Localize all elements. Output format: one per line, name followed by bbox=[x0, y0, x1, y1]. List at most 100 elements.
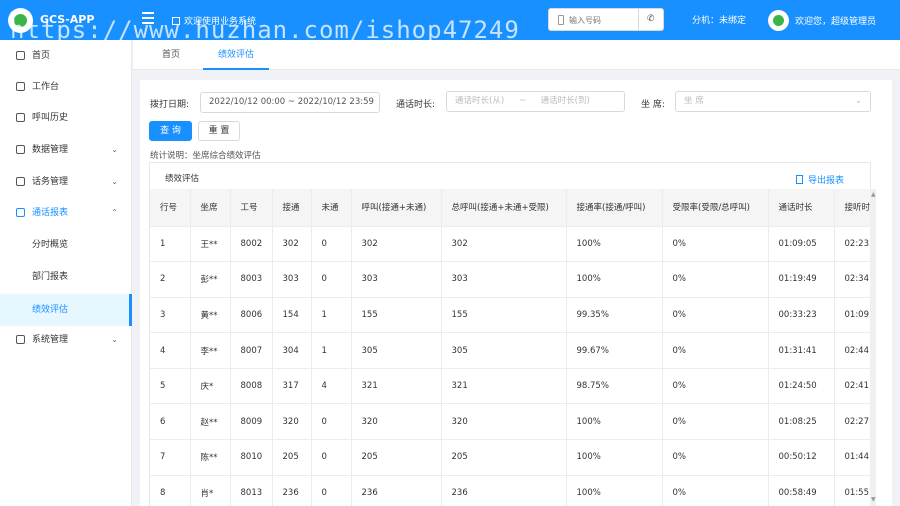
table-cell: 0 bbox=[311, 403, 352, 441]
vertical-scrollbar[interactable]: ▲ ▼ bbox=[870, 189, 876, 506]
sidebar-item-label: 工作台 bbox=[32, 82, 60, 92]
table-cell: 321 bbox=[351, 368, 442, 405]
table-header-cell: 行号 bbox=[150, 189, 191, 227]
table-cell: 320 bbox=[441, 403, 567, 441]
user-greeting[interactable]: 欢迎您，超级管理员 bbox=[795, 14, 876, 27]
table-cell: 320 bbox=[272, 403, 312, 441]
table-header-cell: 受限率(受限/总呼叫) bbox=[662, 189, 769, 227]
export-report-button[interactable]: 导出报表 bbox=[796, 173, 844, 186]
table-cell: 02:44 bbox=[834, 332, 870, 369]
table-cell: 100% bbox=[566, 403, 663, 441]
sidebar-item-call-reports[interactable]: 通话报表 ⌃ bbox=[0, 197, 132, 229]
table-cell: 0% bbox=[662, 368, 769, 405]
tab-bar: 首页 绩效评估 bbox=[133, 40, 900, 70]
sidebar-item-home[interactable]: 首页 bbox=[0, 40, 132, 72]
table-cell: 02:23 bbox=[834, 226, 870, 263]
sidebar-item-label: 通话报表 bbox=[32, 208, 69, 218]
table-cell: 0 bbox=[311, 226, 352, 263]
scroll-down-icon[interactable]: ▼ bbox=[871, 496, 876, 503]
table-cell: 彭** bbox=[190, 261, 231, 298]
table-cell: 5 bbox=[150, 368, 191, 405]
table-header-cell: 呼叫(接通+未通) bbox=[351, 189, 442, 227]
table-cell: 8006 bbox=[230, 297, 273, 334]
table-cell: 00:50:12 bbox=[768, 439, 835, 476]
table-row[interactable]: 7 陈** 8010 205 0 205 205 100% 0% 00:50:12 01:44 bbox=[150, 439, 870, 476]
table-row[interactable]: 6 赵** 8009 320 0 320 320 100% 0% 01:08:25 02:27 bbox=[150, 403, 870, 441]
table-cell: 205 bbox=[441, 439, 567, 476]
sidebar-item-label: 数据管理 bbox=[32, 145, 69, 155]
table-cell: 01:09 bbox=[834, 297, 870, 334]
table-row[interactable]: 4 李** 8007 304 1 305 305 99.67% 0% 01:31:41 02:44 bbox=[150, 332, 870, 369]
duration-to-input[interactable]: 通话时长(到) bbox=[541, 96, 590, 106]
menu-toggle-icon[interactable] bbox=[142, 12, 154, 26]
sidebar-item-system-management[interactable]: 系统管理 ⌄ bbox=[0, 324, 132, 356]
app-name: GCS-APP bbox=[40, 13, 95, 26]
table-cell: 305 bbox=[441, 332, 567, 369]
duration-range-input[interactable]: 通话时长(从) ~ 通话时长(到) bbox=[446, 91, 625, 112]
table-cell: 303 bbox=[441, 261, 567, 298]
table-cell: 赵** bbox=[190, 403, 231, 441]
table-cell: 236 bbox=[272, 475, 312, 506]
tab-home[interactable]: 首页 bbox=[151, 40, 191, 70]
duration-from-input[interactable]: 通话时长(从) bbox=[455, 96, 504, 106]
extension-status: 分机：未绑定 bbox=[692, 16, 747, 26]
table-cell: 01:19:49 bbox=[768, 261, 835, 298]
dial-box: ✆ bbox=[548, 8, 664, 31]
sidebar-subitem-performance[interactable]: 绩效评估 bbox=[0, 294, 132, 326]
seat-select[interactable]: 坐 席 ⌄ bbox=[675, 91, 871, 112]
duration-label: 通话时长: bbox=[396, 100, 436, 110]
home-icon bbox=[16, 51, 25, 60]
table-header-cell: 接通率(接通/呼叫) bbox=[566, 189, 663, 227]
tab-performance[interactable]: 绩效评估 bbox=[203, 40, 269, 70]
phone-number-input[interactable] bbox=[569, 13, 639, 27]
mobile-icon bbox=[558, 15, 564, 25]
call-button[interactable]: ✆ bbox=[647, 14, 655, 24]
gear-icon bbox=[16, 335, 25, 344]
table-cell: 205 bbox=[351, 439, 442, 476]
performance-table: 行号 坐席 工号 接通 未通 呼叫(接通+未通) 总呼叫(接通+未通+受限) 接通率(接通/呼… bbox=[150, 189, 870, 506]
table-cell: 陈** bbox=[190, 439, 231, 476]
duration-separator: ~ bbox=[518, 96, 526, 106]
table-header-cell: 坐席 bbox=[190, 189, 231, 227]
table-cell: 01:24:50 bbox=[768, 368, 835, 405]
sidebar-item-label: 首页 bbox=[32, 51, 51, 61]
table-cell: 8009 bbox=[230, 403, 273, 441]
sidebar-subitem-department-report[interactable]: 部门报表 bbox=[0, 261, 132, 293]
sidebar-item-workbench[interactable]: 工作台 bbox=[0, 71, 132, 103]
data-icon bbox=[16, 145, 25, 154]
table-row[interactable]: 3 黄** 8006 154 1 155 155 99.35% 0% 00:33:23 01:09 bbox=[150, 297, 870, 334]
table-row[interactable]: 5 庆* 8008 317 4 321 321 98.75% 0% 01:24:50 02:41 bbox=[150, 368, 870, 405]
dial-date-range-input[interactable]: 2022/10/12 00:00 ~ 2022/10/12 23:59 bbox=[200, 92, 380, 113]
phone-icon bbox=[16, 177, 25, 186]
table-cell: 0% bbox=[662, 297, 769, 334]
table-cell: 01:31:41 bbox=[768, 332, 835, 369]
sidebar-item-label: 部门报表 bbox=[32, 272, 69, 282]
table-cell: 01:55 bbox=[834, 475, 870, 506]
sidebar-item-label: 系统管理 bbox=[32, 335, 69, 345]
history-icon bbox=[16, 113, 25, 122]
table-row[interactable]: 2 彭** 8003 303 0 303 303 100% 0% 01:19:49 02:34 bbox=[150, 261, 870, 298]
table-cell: 155 bbox=[441, 297, 567, 334]
table-cell: 6 bbox=[150, 403, 191, 441]
scroll-up-icon[interactable]: ▲ bbox=[871, 191, 876, 198]
table-body: 1 王** 8002 302 0 302 302 100% 0% 01:09:05 02:23 2 彭*… bbox=[150, 226, 870, 506]
table-cell: 4 bbox=[311, 368, 352, 405]
table-cell: 01:08:25 bbox=[768, 403, 835, 441]
avatar[interactable] bbox=[768, 10, 789, 31]
table-row[interactable]: 1 王** 8002 302 0 302 302 100% 0% 01:09:05 02:23 bbox=[150, 226, 870, 263]
query-button[interactable]: 查 询 bbox=[149, 121, 192, 141]
table-cell: 0% bbox=[662, 261, 769, 298]
table-cell: 7 bbox=[150, 439, 191, 476]
table-row[interactable]: 8 肖* 8013 236 0 236 236 100% 0% 00:58:49 01:55 bbox=[150, 475, 870, 506]
table-cell: 8013 bbox=[230, 475, 273, 506]
table-cell: 99.35% bbox=[566, 297, 663, 334]
sidebar-subitem-time-overview[interactable]: 分时概览 bbox=[0, 229, 132, 261]
sidebar-item-data-management[interactable]: 数据管理 ⌄ bbox=[0, 134, 132, 166]
chart-icon bbox=[16, 208, 25, 217]
table-cell: 8003 bbox=[230, 261, 273, 298]
sidebar-item-call-history[interactable]: 呼叫历史 bbox=[0, 102, 132, 134]
sidebar-item-label: 绩效评估 bbox=[32, 305, 69, 315]
table-cell: 317 bbox=[272, 368, 312, 405]
sidebar-item-traffic-management[interactable]: 话务管理 ⌄ bbox=[0, 166, 132, 198]
reset-button[interactable]: 重 置 bbox=[198, 121, 240, 141]
